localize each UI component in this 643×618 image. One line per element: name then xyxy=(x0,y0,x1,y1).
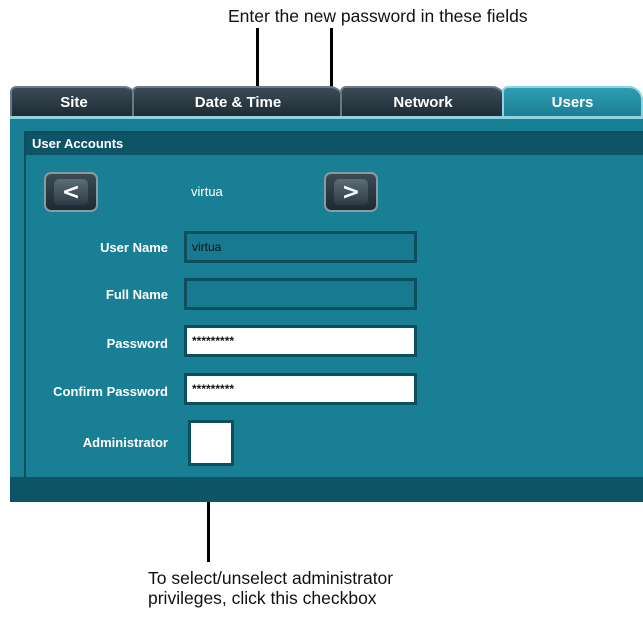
users-tab-content: User Accounts < virtua > User Name virtu… xyxy=(10,116,643,502)
next-user-button[interactable]: > xyxy=(324,172,378,212)
tab-date-time[interactable]: Date & Time xyxy=(132,86,344,116)
administrator-label: Administrator xyxy=(82,435,168,450)
annotation-top: Enter the new password in these fields xyxy=(228,6,528,26)
panel-footer xyxy=(10,477,643,502)
annotation-bottom: To select/unselect administrator privile… xyxy=(148,568,393,608)
chevron-right-icon: > xyxy=(334,179,368,205)
user-accounts-frame: User Accounts < virtua > User Name virtu… xyxy=(24,131,643,489)
administrator-checkbox[interactable] xyxy=(188,420,234,466)
fullname-label: Full Name xyxy=(105,287,168,302)
confirm-password-label: Confirm Password xyxy=(53,384,168,399)
chevron-left-icon: < xyxy=(54,179,88,205)
password-field[interactable]: ********* xyxy=(184,325,417,357)
password-label: Password xyxy=(106,336,168,351)
previous-user-button[interactable]: < xyxy=(44,172,98,212)
annotation-bottom-line1: To select/unselect administrator xyxy=(148,568,394,588)
current-user-label: virtua xyxy=(191,184,223,199)
section-title: User Accounts xyxy=(26,133,643,155)
fullname-field[interactable] xyxy=(184,278,417,310)
username-field[interactable]: virtua xyxy=(184,231,417,263)
tab-site[interactable]: Site xyxy=(10,86,138,116)
username-label: User Name xyxy=(100,240,168,255)
tab-bar: Site Date & Time Network Users xyxy=(10,82,643,116)
confirm-password-field[interactable]: ********* xyxy=(184,373,417,405)
settings-panel: Site Date & Time Network Users User Acco… xyxy=(10,82,643,502)
tab-network[interactable]: Network xyxy=(340,86,506,116)
annotation-bottom-line2: privileges, click this checkbox xyxy=(148,588,377,608)
tab-users[interactable]: Users xyxy=(502,86,643,116)
